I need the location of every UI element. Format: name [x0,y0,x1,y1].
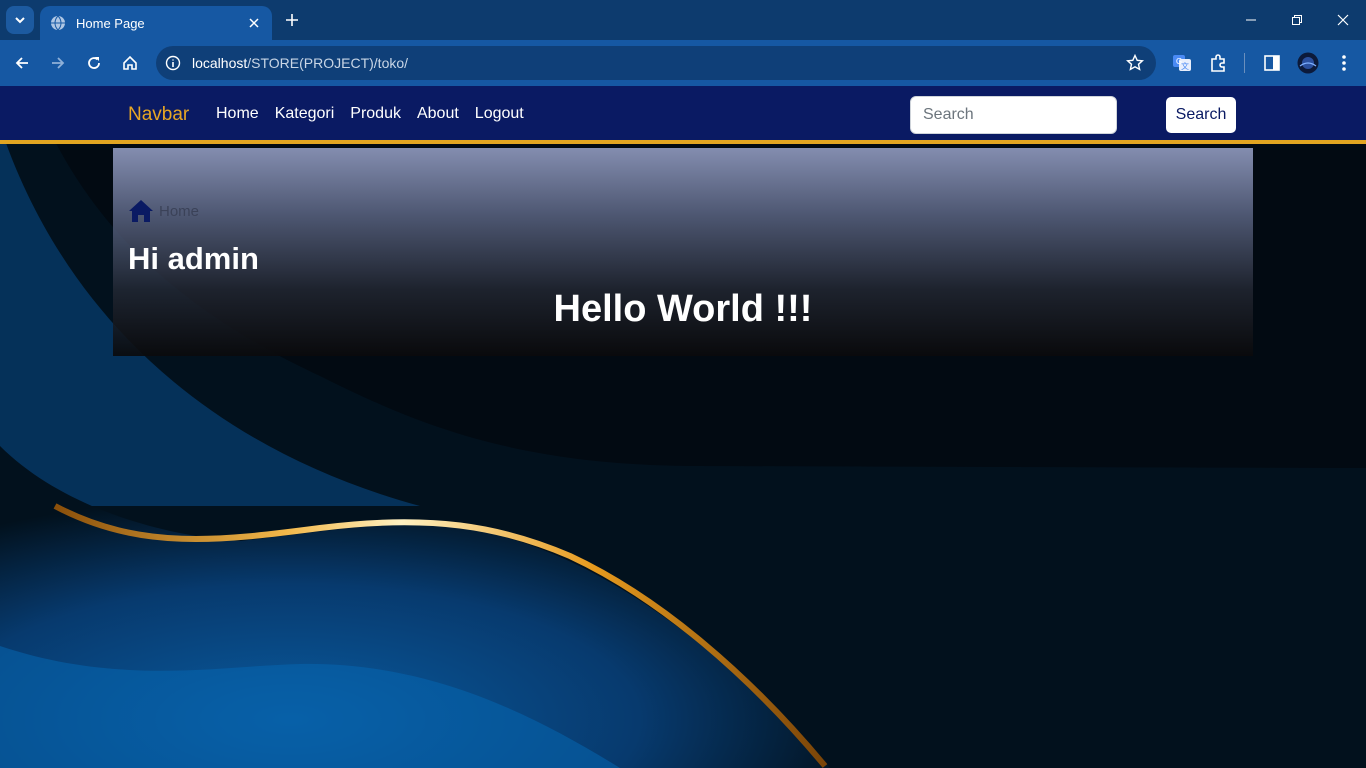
close-window-icon [1337,14,1349,26]
nav-link-kategori[interactable]: Kategori [275,105,335,123]
back-icon [15,57,28,69]
tab-search-button[interactable] [6,6,34,34]
profile-avatar-icon [1297,52,1319,74]
browser-tabstrip: Home Page [0,0,1366,40]
extensions-button[interactable] [1206,51,1230,75]
forward-icon [52,57,65,69]
nav-link-produk[interactable]: Produk [350,105,401,123]
star-icon[interactable] [1124,52,1146,74]
breadcrumb: Home [128,199,199,223]
nav-link-about[interactable]: About [417,105,459,123]
svg-text:文: 文 [1181,61,1189,71]
menu-icon [1342,55,1346,71]
greeting-heading: Hi admin [128,241,259,276]
extensions-icon [1211,54,1225,72]
navbar-brand[interactable]: Navbar [128,104,189,126]
sidebar-icon [1264,55,1280,71]
url-host: localhost [192,55,248,71]
translate-extension[interactable]: 文G [1170,51,1194,75]
minimize-button[interactable] [1228,0,1274,40]
url-path: /STORE(PROJECT)/toko/ [247,55,409,71]
breadcrumb-home-icon[interactable] [128,199,154,223]
breadcrumb-home[interactable]: Home [159,203,199,220]
translate-icon: 文G [1173,55,1191,71]
search-button[interactable]: Search [1165,96,1237,134]
chevron-down-icon [15,17,25,24]
tab-title: Home Page [76,15,145,31]
navbar-links: Home Kategori Produk About Logout [216,105,524,123]
back-button[interactable] [8,49,36,77]
nav-link-home[interactable]: Home [216,105,259,123]
svg-text:G: G [1176,57,1182,66]
browser-menu-button[interactable] [1332,51,1356,75]
sidebar-button[interactable] [1260,51,1284,75]
browser-toolbar: localhost/STORE(PROJECT)/toko/ 文G [0,40,1366,86]
reload-button[interactable] [80,49,108,77]
close-window-button[interactable] [1320,0,1366,40]
url-text[interactable]: localhost/STORE(PROJECT)/toko/ [192,55,1124,71]
nav-link-logout[interactable]: Logout [475,105,524,123]
new-tab-button[interactable] [280,8,304,32]
site-navbar: Navbar Home Kategori Produk About Logout… [0,86,1366,144]
home-button[interactable] [116,49,144,77]
restore-button[interactable] [1274,0,1320,40]
hero-panel: Home Hi admin Hello World !!! [113,148,1253,356]
minimize-icon [1246,19,1256,21]
home-icon [123,55,137,70]
profile-avatar[interactable] [1296,51,1320,75]
plus-icon [286,14,298,26]
address-bar[interactable]: localhost/STORE(PROJECT)/toko/ [156,46,1156,80]
globe-icon [51,15,65,31]
toolbar-separator [1244,53,1245,73]
window-controls [1228,0,1366,40]
reload-icon [88,57,100,69]
search-input[interactable] [910,96,1117,134]
restore-icon [1292,15,1302,25]
info-icon[interactable] [164,54,182,72]
browser-tab[interactable]: Home Page [40,6,272,40]
close-icon[interactable] [246,15,262,31]
hello-heading: Hello World !!! [553,288,813,330]
forward-button[interactable] [44,49,72,77]
page-viewport: Navbar Home Kategori Produk About Logout… [0,86,1366,768]
